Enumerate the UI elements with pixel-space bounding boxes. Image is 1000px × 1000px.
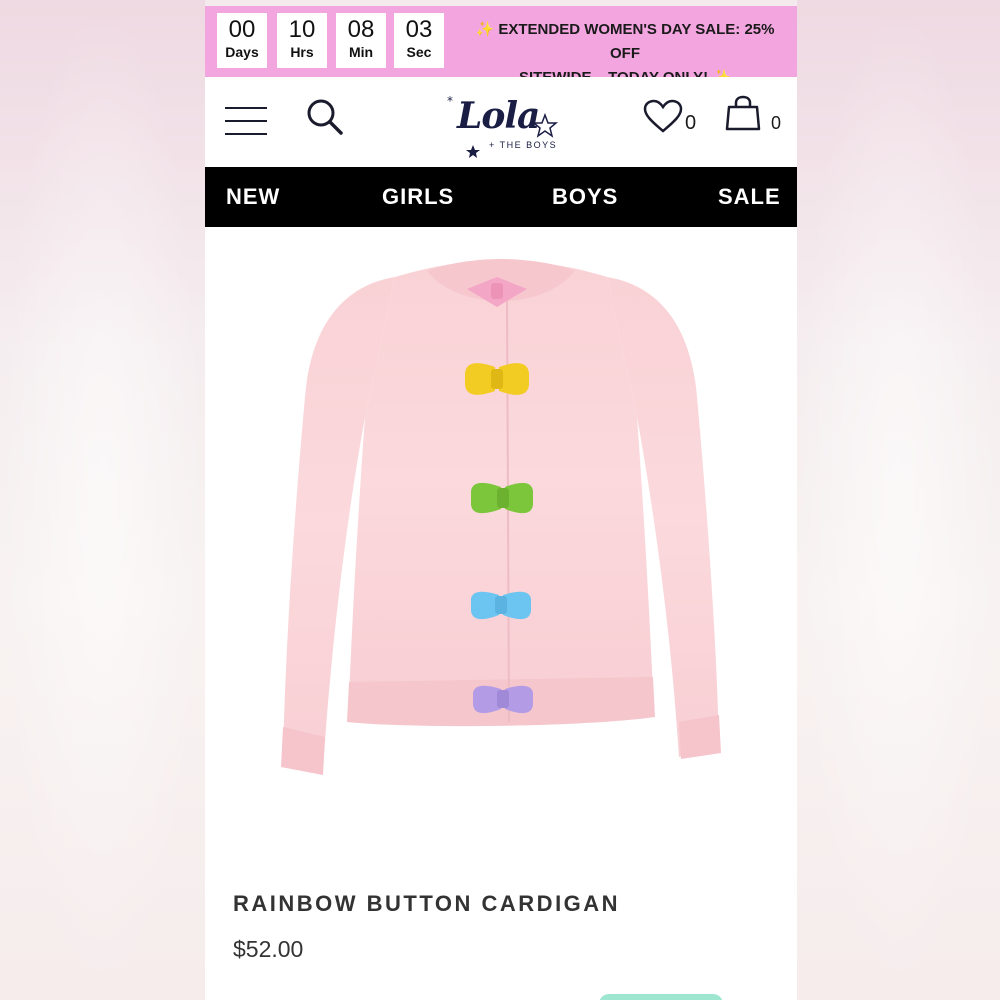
wishlist-count: 0: [685, 112, 697, 134]
brand-logo[interactable]: * Lola + THE BOYS: [445, 91, 560, 161]
countdown-days-unit: Days: [225, 44, 259, 60]
logo-tagline: + THE BOYS: [489, 140, 558, 150]
cardigan-illustration: [281, 259, 721, 775]
heart-icon[interactable]: [643, 99, 683, 135]
blurred-background-right: [797, 0, 1000, 1000]
nav-item-boys[interactable]: BOYS: [552, 167, 618, 227]
right-cuff: [679, 715, 721, 759]
cardigan-body: [349, 261, 653, 697]
countdown-seconds: 03 Sec: [394, 13, 444, 68]
product-title: RAINBOW BUTTON CARDIGAN: [233, 891, 621, 916]
countdown-hours-value: 10: [288, 16, 316, 43]
nav-item-new[interactable]: NEW: [226, 167, 280, 227]
product-image[interactable]: [205, 227, 797, 867]
promo-line-1: EXTENDED WOMEN'S DAY SALE: 25% OFF: [498, 21, 775, 62]
nav-item-sale[interactable]: SALE: [718, 167, 781, 227]
payment-info-row-partial: [233, 992, 793, 1000]
countdown-hours-unit: Hrs: [290, 44, 314, 60]
countdown-minutes-unit: Min: [348, 44, 374, 60]
nav-item-girls[interactable]: GIRLS: [382, 167, 454, 227]
site-header: * Lola + THE BOYS 0 0: [205, 77, 797, 167]
countdown-minutes: 08 Min: [336, 13, 386, 68]
countdown-seconds-unit: Sec: [406, 44, 432, 60]
sparkle-icon: ✨: [475, 21, 495, 38]
shopping-bag-icon[interactable]: [725, 95, 761, 131]
search-icon[interactable]: [305, 97, 345, 137]
product-price: $52.00: [233, 936, 304, 962]
countdown-minutes-value: 08: [347, 16, 375, 43]
payment-provider-badge[interactable]: [599, 994, 723, 1000]
countdown-seconds-value: 03: [405, 16, 433, 43]
blurred-background-left: [0, 0, 205, 1000]
phone-screen: 00 Days 10 Hrs 08 Min 03 Sec ✨ EXTENDED …: [205, 6, 797, 1000]
main-nav: NEW GIRLS BOYS SALE: [205, 167, 797, 227]
svg-text:*: *: [447, 94, 453, 108]
menu-icon[interactable]: [225, 107, 267, 137]
countdown-days: 00 Days: [217, 13, 267, 68]
countdown-days-value: 00: [228, 16, 256, 43]
countdown-hours: 10 Hrs: [277, 13, 327, 68]
logo-wordmark: Lola: [457, 95, 540, 137]
promo-banner[interactable]: 00 Days 10 Hrs 08 Min 03 Sec ✨ EXTENDED …: [205, 6, 797, 86]
cart-count: 0: [771, 113, 782, 133]
